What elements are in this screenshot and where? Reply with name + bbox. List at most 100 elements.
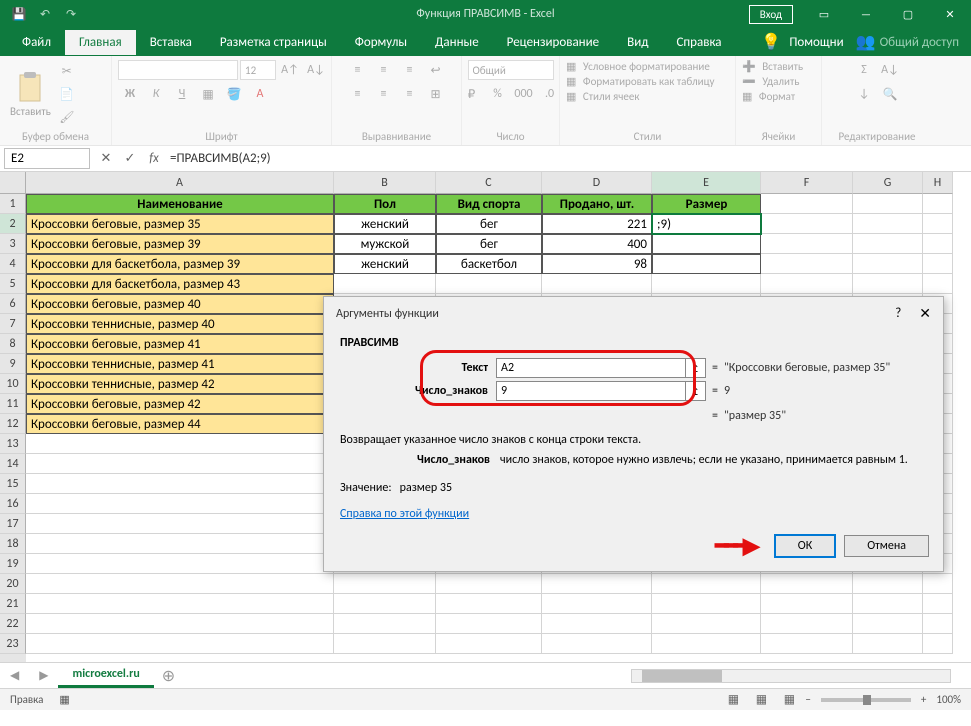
zoom-slider[interactable]	[821, 698, 911, 702]
cell[interactable]	[853, 594, 923, 614]
zoom-out-icon[interactable]: −	[805, 693, 810, 706]
tab-view[interactable]: Вид	[613, 30, 662, 55]
row-header[interactable]: 15	[0, 474, 26, 494]
percent-icon[interactable]: %	[486, 84, 510, 104]
cell[interactable]	[761, 274, 853, 294]
increase-font-icon[interactable]: A↑	[278, 60, 302, 80]
cancel-button[interactable]: Отмена	[844, 535, 929, 557]
cell[interactable]	[761, 614, 853, 634]
active-cell[interactable]: ;9)	[652, 214, 761, 234]
col-header[interactable]: D	[542, 172, 652, 194]
autosum-icon[interactable]: Σ	[852, 60, 876, 80]
page-break-view-icon[interactable]: ▦	[777, 690, 801, 710]
cell[interactable]	[652, 254, 761, 274]
cell[interactable]	[26, 634, 334, 654]
cell[interactable]	[923, 634, 953, 654]
cell[interactable]	[853, 574, 923, 594]
cell[interactable]	[542, 634, 652, 654]
zoom-level[interactable]: 100%	[936, 693, 961, 706]
cell[interactable]	[26, 614, 334, 634]
cell[interactable]	[652, 234, 761, 254]
cell[interactable]: Кроссовки беговые, размер 42	[26, 394, 334, 414]
format-painter-icon[interactable]: 🖌	[55, 107, 79, 127]
range-picker-icon[interactable]: ↥	[686, 358, 706, 378]
sheet-nav-prev-icon[interactable]: ◀	[0, 668, 29, 683]
copy-icon[interactable]: 📄	[55, 84, 79, 104]
cell[interactable]	[26, 534, 334, 554]
sheet-nav-next-icon[interactable]: ▶	[29, 668, 58, 683]
cancel-formula-icon[interactable]: ✕	[94, 151, 118, 166]
cell[interactable]	[853, 214, 923, 234]
inc-decimal-icon[interactable]: .0	[538, 84, 562, 104]
header-cell[interactable]: Вид спорта	[436, 194, 542, 214]
cell[interactable]	[542, 574, 652, 594]
cell[interactable]	[761, 194, 853, 214]
cell[interactable]	[923, 254, 953, 274]
font-color-icon[interactable]: A	[248, 84, 272, 104]
header-cell[interactable]: Размер	[652, 194, 761, 214]
cell[interactable]	[853, 634, 923, 654]
row-header[interactable]: 21	[0, 594, 26, 614]
col-header[interactable]: G	[853, 172, 923, 194]
select-all-corner[interactable]	[0, 172, 26, 194]
row-header[interactable]: 6	[0, 294, 26, 314]
cell[interactable]: бег	[436, 214, 542, 234]
conditional-format-button[interactable]: ▦ Условное форматирование	[566, 60, 710, 73]
zoom-in-icon[interactable]: +	[921, 693, 926, 706]
cell[interactable]	[761, 254, 853, 274]
cell[interactable]	[761, 634, 853, 654]
normal-view-icon[interactable]: ▦	[721, 690, 745, 710]
fx-icon[interactable]: fx	[142, 151, 166, 166]
cell[interactable]	[334, 614, 436, 634]
row-header[interactable]: 23	[0, 634, 26, 654]
tab-review[interactable]: Рецензирование	[493, 30, 613, 55]
row-header[interactable]: 8	[0, 334, 26, 354]
font-size-combo[interactable]	[240, 60, 276, 80]
cell[interactable]: Кроссовки беговые, размер 44	[26, 414, 334, 434]
cell[interactable]: бег	[436, 234, 542, 254]
row-header[interactable]: 11	[0, 394, 26, 414]
col-header[interactable]: C	[436, 172, 542, 194]
cell[interactable]	[436, 594, 542, 614]
cell[interactable]: 400	[542, 234, 652, 254]
row-header[interactable]: 2	[0, 214, 26, 234]
cell[interactable]	[334, 274, 436, 294]
italic-button[interactable]: К	[144, 84, 168, 104]
cell[interactable]	[26, 434, 334, 454]
cell[interactable]	[853, 614, 923, 634]
align-left-icon[interactable]: ≡	[346, 84, 370, 104]
col-header[interactable]: F	[761, 172, 853, 194]
cell[interactable]: 98	[542, 254, 652, 274]
row-header[interactable]: 12	[0, 414, 26, 434]
number-format-combo[interactable]	[468, 60, 554, 80]
tab-insert[interactable]: Вставка	[136, 30, 206, 55]
cell[interactable]	[26, 494, 334, 514]
share-button[interactable]: Общий доступ	[876, 30, 963, 55]
cell[interactable]	[436, 574, 542, 594]
cell[interactable]	[652, 614, 761, 634]
row-header[interactable]: 16	[0, 494, 26, 514]
find-icon[interactable]: 🔍	[878, 84, 902, 104]
cell[interactable]: 221	[542, 214, 652, 234]
cell[interactable]	[923, 574, 953, 594]
cell[interactable]: Кроссовки для баскетбола, размер 39	[26, 254, 334, 274]
save-icon[interactable]: 💾	[8, 3, 30, 25]
close-icon[interactable]: ✕	[929, 0, 971, 28]
cell[interactable]	[853, 274, 923, 294]
row-header[interactable]: 9	[0, 354, 26, 374]
name-box[interactable]	[4, 148, 90, 169]
cell[interactable]: женский	[334, 214, 436, 234]
cell[interactable]	[652, 594, 761, 614]
cell[interactable]: Кроссовки беговые, размер 35	[26, 214, 334, 234]
cell[interactable]	[923, 274, 953, 294]
col-header[interactable]: A	[26, 172, 334, 194]
row-header[interactable]: 13	[0, 434, 26, 454]
cell[interactable]	[761, 234, 853, 254]
delete-cells-button[interactable]: ➖ Удалить	[742, 75, 799, 88]
cell[interactable]	[334, 594, 436, 614]
undo-icon[interactable]: ↶	[34, 3, 56, 25]
cell[interactable]	[436, 634, 542, 654]
row-header[interactable]: 4	[0, 254, 26, 274]
cell[interactable]: Кроссовки беговые, размер 40	[26, 294, 334, 314]
sheet-tab[interactable]: microexcel.ru	[58, 663, 153, 688]
